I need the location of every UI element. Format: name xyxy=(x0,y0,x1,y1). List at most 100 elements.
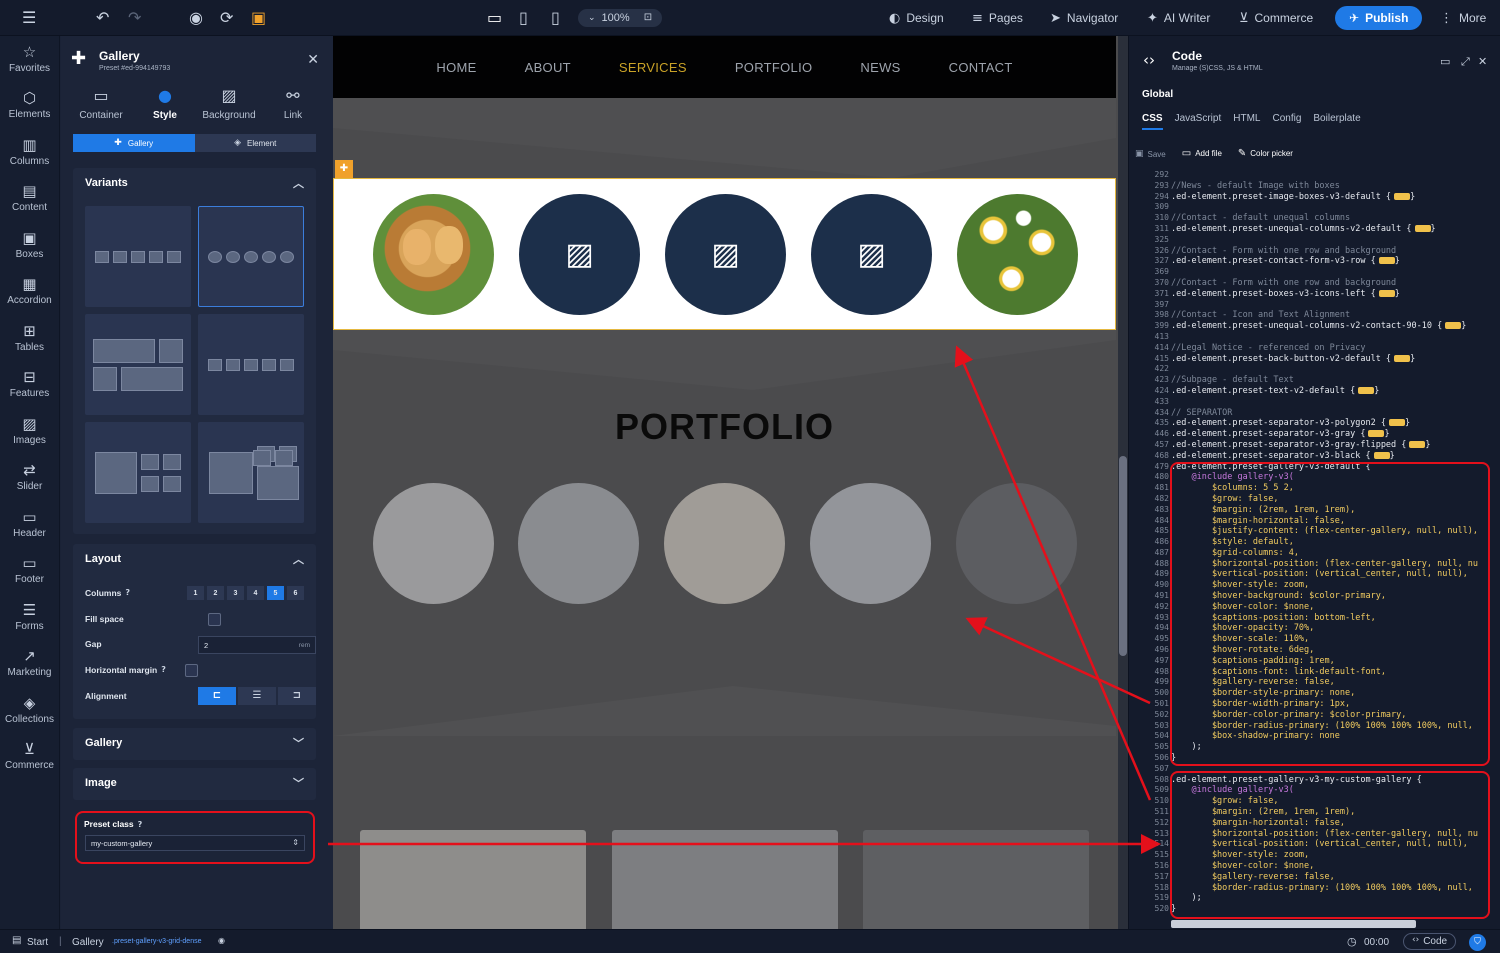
variant-grid-dense[interactable] xyxy=(198,422,304,523)
preview-eye-icon[interactable]: ◉ xyxy=(189,0,203,36)
tab-boilerplate[interactable]: Boilerplate xyxy=(1313,113,1360,130)
folded-code-badge[interactable] xyxy=(1409,440,1426,448)
close-icon[interactable]: ✕ xyxy=(1478,56,1487,67)
folded-code-badge[interactable] xyxy=(1378,257,1395,265)
selected-gallery[interactable]: ▨ ▨ ▨ xyxy=(333,178,1116,330)
columns-option-6[interactable]: 6 xyxy=(287,586,304,600)
design-button[interactable]: ◐ Design xyxy=(889,0,944,36)
columns-option-4[interactable]: 4 xyxy=(247,586,264,600)
sidebar-item-tables[interactable]: ⊞ Tables xyxy=(0,315,59,362)
folded-code-badge[interactable] xyxy=(1373,451,1390,459)
menu-icon[interactable]: ☰ xyxy=(22,0,36,36)
nav-link-home[interactable]: HOME xyxy=(436,60,476,75)
tab-css[interactable]: CSS xyxy=(1142,113,1163,130)
folded-code-badge[interactable] xyxy=(1445,322,1462,330)
portfolio-grid-image[interactable] xyxy=(360,830,586,929)
variant-row-circles[interactable] xyxy=(198,206,304,307)
sidebar-item-favorites[interactable]: ☆ Favorites xyxy=(0,36,59,83)
sidebar-item-boxes[interactable]: ▣ Boxes xyxy=(0,222,59,269)
sidebar-item-forms[interactable]: ☰ Forms xyxy=(0,594,59,641)
eye-icon[interactable]: ◉ xyxy=(218,937,225,945)
expand-icon[interactable]: ⤢ xyxy=(1461,56,1470,67)
portfolio-image-tablet[interactable] xyxy=(956,483,1077,604)
status-code-button[interactable]: ‹› Code xyxy=(1403,933,1457,950)
mobile-view-icon[interactable]: ▯ xyxy=(551,0,560,36)
folded-code-badge[interactable] xyxy=(1378,289,1395,297)
shield-status-button[interactable]: ⛉ xyxy=(1469,934,1486,951)
sidebar-item-footer[interactable]: ▭ Footer xyxy=(0,548,59,595)
variant-row-small[interactable] xyxy=(198,314,304,415)
sidebar-item-features[interactable]: ⊟ Features xyxy=(0,362,59,409)
variant-row-squares[interactable] xyxy=(85,206,191,307)
tab-style[interactable]: ● Style xyxy=(135,88,195,122)
sidebar-item-accordion[interactable]: ▦ Accordion xyxy=(0,269,59,316)
save-icon[interactable]: ▣ xyxy=(251,0,266,36)
redo-icon[interactable]: ↷ xyxy=(128,0,141,36)
sidebar-item-content[interactable]: ▤ Content xyxy=(0,176,59,223)
variant-masonry[interactable] xyxy=(85,314,191,415)
status-start[interactable]: Start xyxy=(27,937,48,948)
tab-javascript[interactable]: JavaScript xyxy=(1175,113,1222,130)
layout-header[interactable]: Layout ︿ xyxy=(73,544,316,574)
sidebar-item-collections[interactable]: ◈ Collections xyxy=(0,687,59,734)
refresh-icon[interactable]: ⟳ xyxy=(220,0,233,36)
columns-option-5[interactable]: 5 xyxy=(267,586,284,600)
ai-writer-button[interactable]: ✦ AI Writer xyxy=(1147,0,1210,36)
tab-config[interactable]: Config xyxy=(1272,113,1301,130)
help-icon[interactable]: ? xyxy=(125,589,130,597)
folded-code-badge[interactable] xyxy=(1414,224,1431,232)
close-icon[interactable]: ✕ xyxy=(307,53,319,67)
image-section[interactable]: Image ﹀ xyxy=(73,768,316,800)
portfolio-grid-image[interactable] xyxy=(612,830,838,929)
folded-code-badge[interactable] xyxy=(1358,386,1375,394)
fill-space-checkbox[interactable] xyxy=(207,612,221,626)
gallery-image-daisies[interactable] xyxy=(957,194,1078,315)
more-button[interactable]: ⋮ More xyxy=(1440,0,1486,36)
columns-option-1[interactable]: 1 xyxy=(187,586,204,600)
tablet-view-icon[interactable]: ▯ xyxy=(519,0,528,36)
folded-code-badge[interactable] xyxy=(1388,419,1405,427)
commerce-button[interactable]: ⊻ Commerce xyxy=(1239,0,1313,36)
element-handle[interactable]: ✚ xyxy=(335,160,353,178)
tab-background[interactable]: ▨ Background xyxy=(199,88,259,122)
columns-option-2[interactable]: 2 xyxy=(207,586,224,600)
portfolio-image-desk[interactable] xyxy=(373,483,494,604)
add-file-button[interactable]: ▭ Add file xyxy=(1182,149,1222,159)
gallery-image-placeholder[interactable]: ▨ xyxy=(665,194,786,315)
sidebar-item-columns[interactable]: ▥ Columns xyxy=(0,129,59,176)
portfolio-grid-image[interactable] xyxy=(863,830,1089,929)
variant-grid-large-left[interactable] xyxy=(85,422,191,523)
tab-container[interactable]: ▭ Container xyxy=(71,88,131,122)
scrollbar-thumb[interactable] xyxy=(1119,456,1127,656)
nav-link-services[interactable]: SERVICES xyxy=(619,60,687,75)
nav-link-about[interactable]: ABOUT xyxy=(525,60,571,75)
nav-link-portfolio[interactable]: PORTFOLIO xyxy=(735,60,813,75)
tab-link[interactable]: ⚯ Link xyxy=(263,88,323,122)
gallery-image-placeholder[interactable]: ▨ xyxy=(519,194,640,315)
gallery-image-placeholder[interactable]: ▨ xyxy=(811,194,932,315)
zoom-select[interactable]: ⌄ 100% ⊡ xyxy=(578,9,663,27)
color-picker-button[interactable]: ✎ Color picker xyxy=(1238,149,1293,159)
scope-element-button[interactable]: ◈ Element xyxy=(194,134,316,152)
nav-link-news[interactable]: NEWS xyxy=(860,60,900,75)
lock-icon[interactable]: ⊡ xyxy=(644,13,652,23)
publish-button[interactable]: ✈ Publish xyxy=(1335,6,1423,30)
sidebar-item-commerce[interactable]: ⊻ Commerce xyxy=(0,734,59,781)
help-icon[interactable]: ? xyxy=(161,666,166,674)
nav-link-contact[interactable]: CONTACT xyxy=(949,60,1013,75)
align-left-button[interactable]: ⊏ xyxy=(198,687,236,705)
canvas-scrollbar[interactable] xyxy=(1118,36,1128,929)
sidebar-item-header[interactable]: ▭ Header xyxy=(0,501,59,548)
save-code-button[interactable]: ▣ Save xyxy=(1135,149,1166,159)
editor-hscroll-thumb[interactable] xyxy=(1171,920,1416,928)
desktop-view-icon[interactable]: ▭ xyxy=(487,0,502,36)
gap-input[interactable]: 2 rem xyxy=(198,636,316,654)
sidebar-item-marketing[interactable]: ↗ Marketing xyxy=(0,641,59,688)
dock-icon[interactable]: ▭ xyxy=(1440,56,1450,67)
portfolio-image-laptop[interactable] xyxy=(518,483,639,604)
horizontal-margin-checkbox[interactable] xyxy=(184,663,198,677)
folded-code-badge[interactable] xyxy=(1394,354,1411,362)
status-crumb[interactable]: Gallery xyxy=(72,937,104,948)
folded-code-badge[interactable] xyxy=(1368,430,1385,438)
portfolio-image-notebook[interactable] xyxy=(810,483,931,604)
